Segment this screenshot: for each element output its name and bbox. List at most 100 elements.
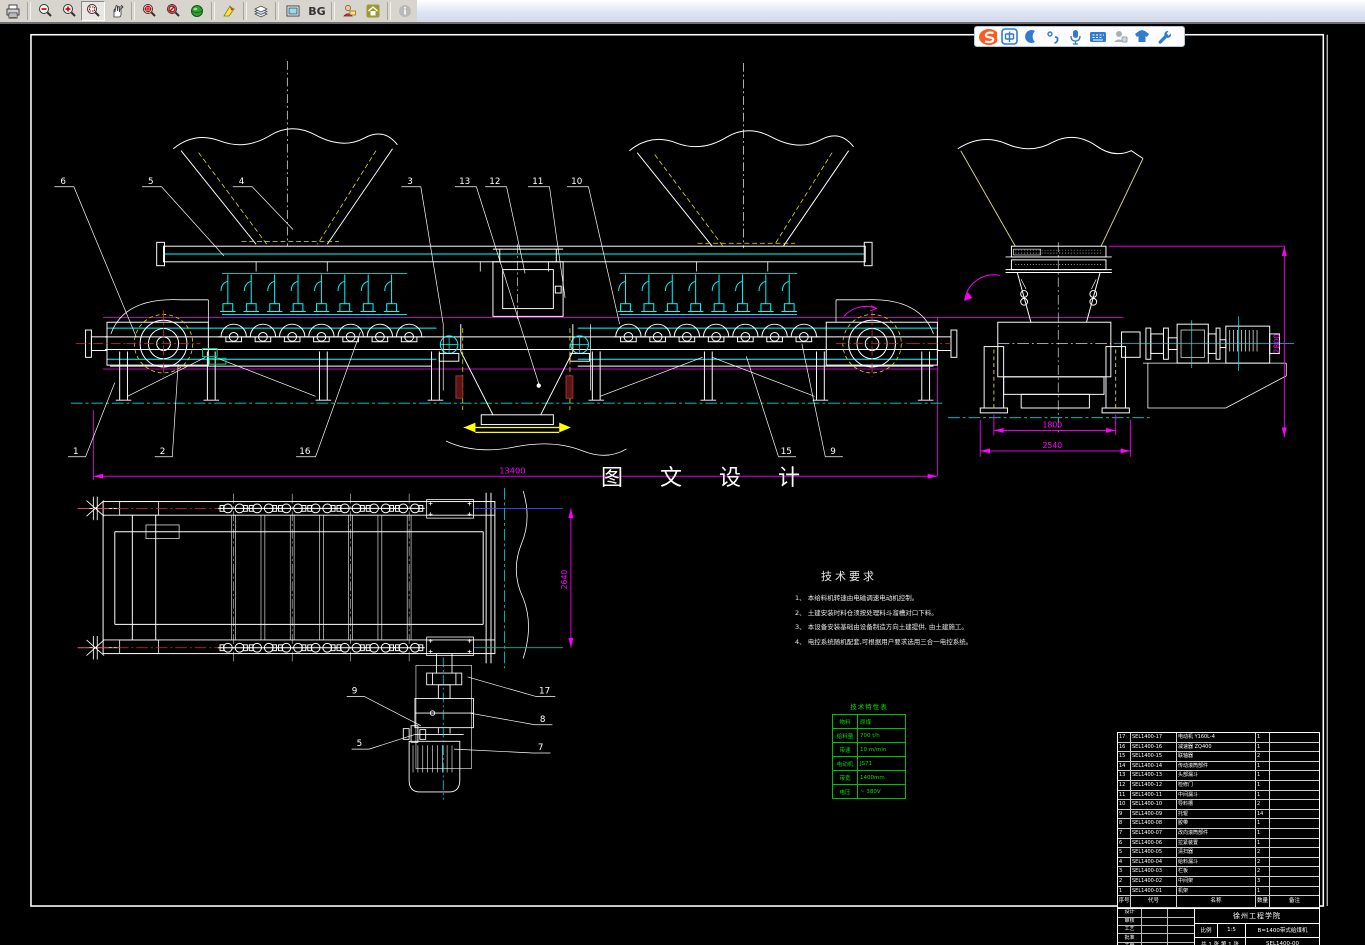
toolbar-separator bbox=[27, 2, 31, 20]
home-button[interactable] bbox=[361, 1, 385, 21]
toolbar-separator bbox=[131, 2, 135, 20]
bom-row: 17SEL1400-17电动机 Y160L-41 bbox=[1118, 733, 1319, 743]
info-button[interactable] bbox=[393, 1, 417, 21]
voice-input-button[interactable] bbox=[1066, 28, 1085, 45]
idler-rollers bbox=[218, 324, 819, 342]
bg-toggle-button[interactable]: BG bbox=[305, 1, 329, 21]
transition-chute bbox=[1017, 273, 1100, 323]
layers-button[interactable] bbox=[249, 1, 273, 21]
quick-plot-button[interactable] bbox=[217, 1, 241, 21]
drive-callout-numbers: 9 5 17 8 7 bbox=[352, 687, 550, 754]
bom-cell-note bbox=[1270, 781, 1319, 790]
spec-value: JS71 bbox=[858, 757, 905, 770]
sogou-logo-button[interactable] bbox=[978, 28, 997, 45]
print-button[interactable] bbox=[1, 1, 25, 21]
main-toolbar: BG bbox=[0, 0, 1365, 24]
sign-blank bbox=[1168, 909, 1194, 916]
user-help-button[interactable] bbox=[337, 1, 361, 21]
spec-value: 700 t/h bbox=[858, 729, 905, 742]
soft-keyboard-button[interactable] bbox=[1088, 28, 1107, 45]
bom-cell-note bbox=[1270, 771, 1319, 780]
end-view: 2800 1800 2540 bbox=[948, 137, 1294, 456]
bom-cell-code: SEL1400-05 bbox=[1131, 848, 1177, 857]
print-icon bbox=[5, 3, 21, 19]
scale-label: 比例 bbox=[1195, 924, 1218, 937]
spec-label: 物料 bbox=[833, 715, 858, 728]
svg-text:10: 10 bbox=[571, 177, 582, 187]
pan-hand-icon bbox=[109, 3, 125, 19]
hopper-collar bbox=[1006, 246, 1112, 272]
bom-cell-note bbox=[1270, 848, 1319, 857]
svg-text:1800: 1800 bbox=[1042, 420, 1062, 429]
bom-row: 14SEL1400-14传动滚筒部件1 bbox=[1118, 762, 1319, 772]
bom-cell-note bbox=[1270, 858, 1319, 867]
spec-table: 技术特性表 物料原煤给料量700 t/h带速10 m/min电动机JS71带宽1… bbox=[832, 701, 906, 799]
svg-text:2640: 2640 bbox=[560, 570, 569, 590]
bom-cell-name: 检修门 bbox=[1177, 781, 1256, 790]
svg-text:5: 5 bbox=[357, 739, 363, 749]
shape-mode-button[interactable] bbox=[1022, 28, 1041, 45]
bom-cell-code: SEL1400-09 bbox=[1131, 810, 1177, 819]
zoom-window-button[interactable] bbox=[81, 1, 105, 21]
bom-cell-code: SEL1400-16 bbox=[1131, 743, 1177, 752]
technical-requirement-item: 1、 本给料机转速由电磁调速电动机控制。 bbox=[795, 591, 1005, 606]
bom-cell-note bbox=[1270, 819, 1319, 828]
login-button[interactable] bbox=[1110, 28, 1129, 45]
sign-blank bbox=[1142, 918, 1168, 925]
zoom-previous-icon bbox=[165, 3, 181, 19]
svg-text:9: 9 bbox=[352, 687, 358, 697]
zoom-in-button[interactable] bbox=[57, 1, 81, 21]
bom-row: 3SEL1400-03栏板2 bbox=[1118, 867, 1319, 877]
svg-text:11: 11 bbox=[532, 177, 543, 187]
school-name: 徐州工程学院 bbox=[1195, 909, 1319, 924]
bom-cell-note bbox=[1270, 743, 1319, 752]
punctuation-icon bbox=[1046, 29, 1061, 44]
punctuation-button[interactable] bbox=[1044, 28, 1063, 45]
bom-header-qty: 数量 bbox=[1256, 896, 1270, 907]
toolbar-separator bbox=[211, 2, 215, 20]
zoom-extents-button[interactable] bbox=[137, 1, 161, 21]
bom-cell-qty: 1 bbox=[1256, 733, 1270, 742]
svg-text:13: 13 bbox=[459, 177, 470, 187]
signature-rows: 设计审核工艺批准主管 bbox=[1118, 909, 1195, 945]
skin-button[interactable] bbox=[1132, 28, 1151, 45]
bom-cell-no: 1 bbox=[1118, 887, 1131, 896]
bom-cell-code: SEL1400-10 bbox=[1131, 800, 1177, 809]
zoom-out-button[interactable] bbox=[33, 1, 57, 21]
part-callouts-top bbox=[54, 187, 619, 388]
tail-pulley-assembly bbox=[76, 300, 226, 377]
bom-cell-name: 减速器 ZQ400 bbox=[1177, 743, 1256, 752]
bom-cell-qty: 2 bbox=[1256, 848, 1270, 857]
sign-blank bbox=[1168, 934, 1194, 941]
bom-cell-code: SEL1400-12 bbox=[1131, 781, 1177, 790]
technical-requirement-item: 3、 本设备安装基础由设备制造方向土建提供, 由土建施工。 bbox=[795, 620, 1005, 635]
svg-text:6: 6 bbox=[60, 177, 66, 187]
bom-cell-no: 5 bbox=[1118, 848, 1131, 857]
bom-row: 2SEL1400-02中间架3 bbox=[1118, 877, 1319, 887]
scraper-chain-right bbox=[618, 273, 797, 314]
chinese-mode-button[interactable] bbox=[1000, 28, 1019, 45]
zoom-in-icon bbox=[61, 3, 77, 19]
title-block-right: 徐州工程学院 比例 1:5 B=1400带式给煤机 共 1 张 第 1 张 SE… bbox=[1195, 909, 1319, 945]
break-line bbox=[516, 491, 528, 659]
zoom-previous-button[interactable] bbox=[161, 1, 185, 21]
spec-label: 给料量 bbox=[833, 729, 858, 742]
microphone-icon bbox=[1068, 29, 1083, 45]
bom-row: 4SEL1400-04给料漏斗2 bbox=[1118, 858, 1319, 868]
spec-label: 带宽 bbox=[833, 771, 858, 784]
image-frame-button[interactable] bbox=[281, 1, 305, 21]
settings-button[interactable] bbox=[1154, 28, 1173, 45]
spec-row: 带速10 m/min bbox=[833, 742, 905, 756]
pan-button[interactable] bbox=[105, 1, 129, 21]
aerial-view-button[interactable] bbox=[185, 1, 209, 21]
end-view-legs bbox=[980, 347, 1129, 413]
bom-cell-name: 给料漏斗 bbox=[1177, 858, 1256, 867]
bom-cell-note bbox=[1270, 762, 1319, 771]
bom-cell-no: 7 bbox=[1118, 829, 1131, 838]
watermark-text: 图 文 设 计 bbox=[601, 460, 815, 492]
bom-row: 6SEL1400-06拉紧装置1 bbox=[1118, 839, 1319, 849]
bom-cell-no: 16 bbox=[1118, 743, 1131, 752]
bom-cell-no: 9 bbox=[1118, 810, 1131, 819]
sign-blank bbox=[1142, 934, 1168, 941]
drive-train bbox=[1122, 324, 1287, 408]
